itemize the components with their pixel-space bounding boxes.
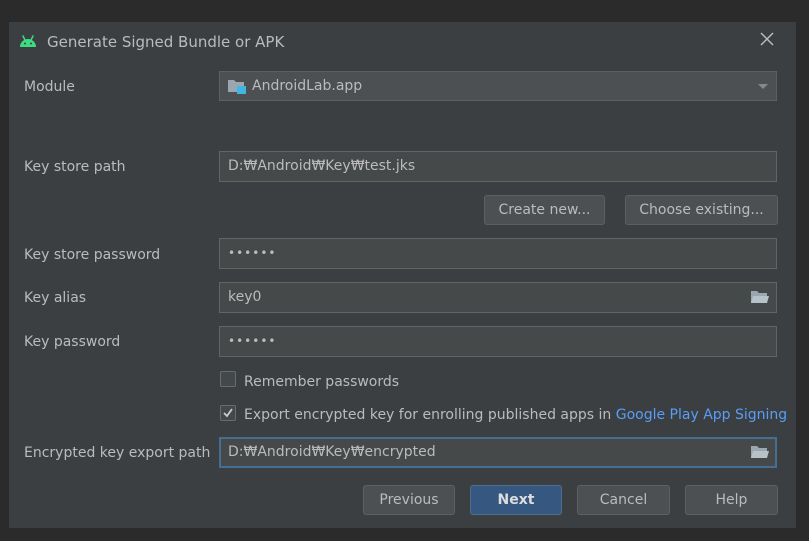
export-encrypted-key-label: Export encrypted key for enrolling publi… [244,406,787,424]
checkmark-icon [223,408,233,418]
key-store-password-label: Key store password [24,247,161,263]
remember-passwords-checkbox[interactable] [220,371,236,387]
folder-icon[interactable] [751,445,769,459]
next-button[interactable]: Next [470,485,562,515]
module-folder-icon [228,80,246,94]
previous-button[interactable]: Previous [363,485,455,515]
key-alias-input[interactable]: key0 [219,282,777,313]
cancel-button[interactable]: Cancel [577,485,670,515]
create-new-button[interactable]: Create new... [484,195,605,225]
module-select[interactable]: AndroidLab.app [219,71,777,101]
encrypted-key-export-path-label: Encrypted key export path [24,445,211,461]
chevron-down-icon[interactable] [757,83,769,91]
generate-signed-bundle-dialog: Generate Signed Bundle or APK Module And… [9,22,796,528]
folder-icon[interactable] [751,290,769,304]
export-encrypted-key-text: Export encrypted key for enrolling publi… [244,407,612,423]
android-icon [20,35,36,47]
key-store-path-input[interactable]: D:₩Android₩Key₩test.jks [219,151,777,182]
choose-existing-button[interactable]: Choose existing... [625,195,778,225]
export-encrypted-key-checkbox[interactable] [220,405,236,421]
dialog-title: Generate Signed Bundle or APK [47,33,285,51]
close-icon[interactable] [759,31,775,47]
key-store-path-label: Key store path [24,159,126,175]
key-password-label: Key password [24,334,121,350]
module-value: AndroidLab.app [252,78,363,94]
google-play-app-signing-link[interactable]: Google Play App Signing [616,407,787,423]
module-label: Module [24,79,75,95]
remember-passwords-label: Remember passwords [244,374,400,390]
encrypted-key-export-path-input[interactable]: D:₩Android₩Key₩encrypted [219,437,777,468]
key-password-input[interactable]: •••••• [219,326,777,357]
key-alias-label: Key alias [24,290,87,306]
key-store-password-input[interactable]: •••••• [219,238,777,269]
help-button[interactable]: Help [685,485,778,515]
